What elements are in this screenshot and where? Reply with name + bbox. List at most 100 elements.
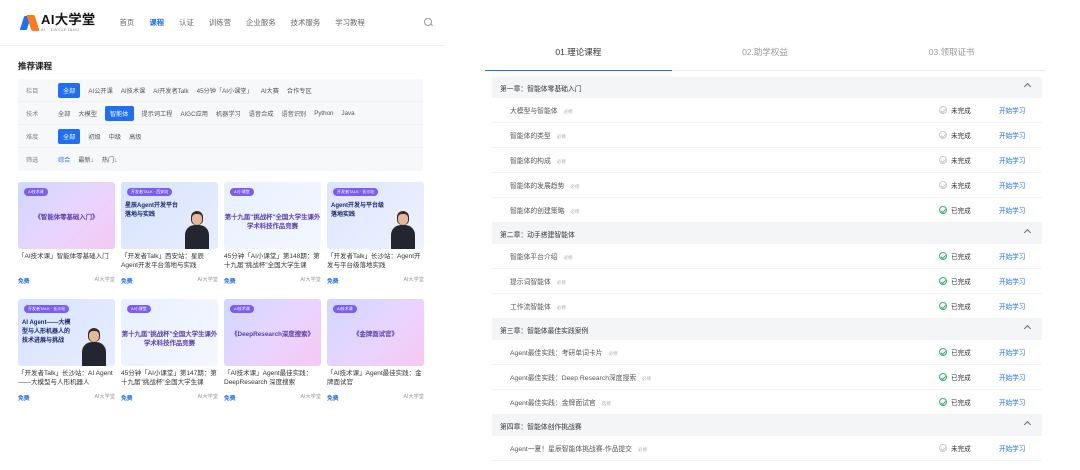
outline-tab[interactable]: 01.理论课程 bbox=[485, 37, 672, 71]
course-thumbnail[interactable]: AI技术课 《DeepResearch深度搜索》 bbox=[224, 299, 321, 366]
chevron-up-icon[interactable] bbox=[1023, 228, 1032, 237]
site-logo[interactable]: AI大学堂 AI · DAXUETANG bbox=[22, 8, 96, 38]
lesson-name[interactable]: Agent最佳实践：金牌面试官 选修 bbox=[510, 397, 611, 407]
course-title[interactable]: 「开发者Talk」长沙站：Agent开发与平台级落地实践 bbox=[327, 252, 424, 270]
outline-tab[interactable]: 02.助学权益 bbox=[672, 37, 859, 70]
course-thumbnail[interactable]: AI小课堂 第十九届"挑战杯"全国大学生课外学术科技作品竞赛 bbox=[224, 182, 321, 249]
start-learning-link[interactable]: 开始学习 bbox=[999, 276, 1025, 286]
filter-option[interactable]: 全部 bbox=[58, 82, 81, 98]
course-title[interactable]: 「开发者Talk」长沙站：AI Agent——大模型与人形机器人 bbox=[18, 369, 115, 387]
lesson-name[interactable]: 大模型与智能体 必修 bbox=[510, 105, 573, 115]
start-learning-link[interactable]: 开始学习 bbox=[999, 105, 1025, 115]
course-title[interactable]: 45分钟「AI小课堂」第147期：第十九届"挑战杯"全国大学生课 bbox=[121, 369, 218, 387]
course-card[interactable]: AI小课堂 第十九届"挑战杯"全国大学生课外学术科技作品竞赛 45分钟「AI小课堂」… bbox=[121, 299, 218, 402]
outline-tab[interactable]: 03.领取证书 bbox=[858, 37, 1045, 70]
course-card[interactable]: AI技术课 《DeepResearch深度搜索》「AI技术课」Agent最佳实践：… bbox=[224, 299, 321, 402]
filter-option[interactable]: Java bbox=[341, 109, 354, 118]
lesson-name[interactable]: Agent一夏！星辰智能体挑战赛-作品提交 必修 bbox=[510, 443, 647, 453]
chevron-up-icon[interactable] bbox=[1023, 420, 1032, 429]
chapter-header[interactable]: 第一章：智能体零基础入门 bbox=[492, 77, 1042, 98]
filter-option[interactable]: 提示词工程 bbox=[142, 108, 173, 119]
filter-option[interactable]: Python bbox=[314, 109, 333, 118]
lesson-name[interactable]: 智能体的构成 必修 bbox=[510, 155, 566, 165]
lesson-tag: 必修 bbox=[563, 255, 573, 260]
chevron-up-icon[interactable] bbox=[1023, 324, 1032, 333]
chapter-header[interactable]: 第三章：智能体最佳实践案例 bbox=[492, 319, 1042, 340]
filter-option[interactable]: 中级 bbox=[109, 131, 121, 142]
filter-option[interactable]: 全部 bbox=[58, 128, 81, 144]
start-learning-link[interactable]: 开始学习 bbox=[999, 205, 1025, 215]
thumbnail-badge: AI技术课 bbox=[230, 305, 254, 313]
chapter-header[interactable]: 第四章：智能体创作挑战赛 bbox=[492, 415, 1042, 436]
chapter-header[interactable]: 第二章：动手搭建智能体 bbox=[492, 223, 1042, 244]
filter-option[interactable]: 综合 bbox=[58, 154, 70, 165]
filter-option[interactable]: 45分钟「AI小课堂」 bbox=[197, 85, 253, 96]
course-thumbnail[interactable]: AI技术课 《智能体零基础入门》 bbox=[18, 182, 115, 249]
start-learning-link[interactable]: 开始学习 bbox=[999, 397, 1025, 407]
course-thumbnail[interactable]: AI技术课 《金牌面试官》 bbox=[327, 299, 424, 366]
filter-option[interactable]: AI公开课 bbox=[88, 85, 112, 96]
filter-option[interactable]: 全部 bbox=[58, 108, 70, 119]
filter-option[interactable]: AI开发者Talk bbox=[153, 85, 188, 96]
nav-item[interactable]: 技术服务 bbox=[291, 17, 321, 28]
lesson-name[interactable]: 提示词智能体 必修 bbox=[510, 276, 566, 286]
course-thumbnail[interactable]: 开发者TALK · 长沙站 AI Agent——大模型与人形机器人的技术进展与挑战 bbox=[18, 299, 115, 366]
nav-item[interactable]: 企业服务 bbox=[246, 17, 276, 28]
course-thumbnail[interactable]: 开发者TALK · 长沙站 Agent开发与平台级落地实践 bbox=[327, 182, 424, 249]
start-learning-link[interactable]: 开始学习 bbox=[999, 251, 1025, 261]
lesson-name[interactable]: 工作流智能体 必修 bbox=[510, 301, 566, 311]
nav-item[interactable]: 学习教程 bbox=[335, 17, 365, 28]
status-text: 已完成 bbox=[951, 350, 971, 357]
filter-option[interactable]: AI大赛 bbox=[261, 85, 279, 96]
chevron-up-icon[interactable] bbox=[1023, 82, 1032, 91]
filter-option[interactable]: 大模型 bbox=[78, 108, 97, 119]
lesson-name[interactable]: 智能体的创建策略 必修 bbox=[510, 205, 580, 215]
nav-item[interactable]: 训练营 bbox=[209, 17, 231, 28]
filter-option[interactable]: 初级 bbox=[88, 131, 100, 142]
start-learning-link[interactable]: 开始学习 bbox=[999, 130, 1025, 140]
chapter-title: 第一章：智能体零基础入门 bbox=[500, 85, 582, 93]
start-learning-link[interactable]: 开始学习 bbox=[999, 180, 1025, 190]
filter-option[interactable]: 合作专区 bbox=[287, 85, 312, 96]
lesson-name[interactable]: Agent最佳实践：Deep Research深度搜索 必修 bbox=[510, 372, 651, 382]
nav-item[interactable]: 课程 bbox=[149, 17, 164, 28]
chapter-title: 第二章：动手搭建智能体 bbox=[500, 231, 575, 239]
nav-item[interactable]: 首页 bbox=[120, 17, 135, 28]
start-learning-link[interactable]: 开始学习 bbox=[999, 443, 1025, 453]
filter-option[interactable]: 最新↓ bbox=[78, 154, 93, 165]
filter-option[interactable]: 热门↓ bbox=[102, 154, 117, 165]
filter-option[interactable]: 智能体 bbox=[104, 105, 134, 121]
course-card[interactable]: 开发者TALK · 长沙站 Agent开发与平台级落地实践「开发者Talk」长沙站… bbox=[327, 182, 424, 285]
filter-option[interactable]: AI技术课 bbox=[121, 85, 145, 96]
filter-option[interactable]: AIGC应用 bbox=[180, 108, 208, 119]
filter-option[interactable]: 语音合成 bbox=[249, 108, 274, 119]
search-icon[interactable] bbox=[424, 18, 433, 27]
course-card[interactable]: AI小课堂 第十九届"挑战杯"全国大学生课外学术科技作品竞赛 45分钟「AI小课堂」… bbox=[224, 182, 321, 285]
thumbnail-badge: AI小课堂 bbox=[230, 188, 254, 196]
course-title[interactable]: 「开发者Talk」西安站：星辰Agent开发平台落地与实践 bbox=[121, 252, 218, 270]
filter-option[interactable]: 机器学习 bbox=[216, 108, 241, 119]
course-card[interactable]: 开发者TALK · 西安站 星辰Agent开发平台落地与实践「开发者Talk」西安… bbox=[121, 182, 218, 285]
course-title[interactable]: 「AI技术课」Agent最佳实践：DeepResearch 深度搜索 bbox=[224, 369, 321, 387]
lesson-name[interactable]: 智能体的类型 必修 bbox=[510, 130, 566, 140]
course-title[interactable]: 「AI技术课」Agent最佳实践：金牌面试官 bbox=[327, 369, 424, 387]
course-title[interactable]: 「AI技术课」智能体零基础入门 bbox=[18, 252, 115, 270]
course-card[interactable]: AI技术课 《金牌面试官》 「AI技术课」Agent最佳实践：金牌面试官 免费 AI大学… bbox=[327, 299, 424, 402]
lesson-name[interactable]: 智能体平台介绍 必修 bbox=[510, 251, 573, 261]
lesson-name[interactable]: Agent最佳实践：考研单词卡片 必修 bbox=[510, 347, 618, 357]
start-learning-link[interactable]: 开始学习 bbox=[999, 155, 1025, 165]
start-learning-link[interactable]: 开始学习 bbox=[999, 347, 1025, 357]
lesson-name[interactable]: 智能体的发展趋势 必修 bbox=[510, 180, 580, 190]
course-card[interactable]: AI技术课 《智能体零基础入门》 「AI技术课」智能体零基础入门 免费 AI大学堂 bbox=[18, 182, 115, 285]
lesson-row: 智能体的类型 必修 未完成 开始学习 bbox=[492, 123, 1042, 148]
thumbnail-badge: AI小课堂 bbox=[127, 305, 151, 313]
start-learning-link[interactable]: 开始学习 bbox=[999, 372, 1025, 382]
filter-option[interactable]: 高级 bbox=[129, 131, 141, 142]
course-title[interactable]: 45分钟「AI小课堂」第148期：第十九届"挑战杯"全国大学生课 bbox=[224, 252, 321, 270]
start-learning-link[interactable]: 开始学习 bbox=[999, 301, 1025, 311]
nav-item[interactable]: 认证 bbox=[179, 17, 194, 28]
filter-option[interactable]: 语音识别 bbox=[281, 108, 306, 119]
course-card[interactable]: 开发者TALK · 长沙站 AI Agent——大模型与人形机器人的技术进展与挑战… bbox=[18, 299, 115, 402]
course-thumbnail[interactable]: AI小课堂 第十九届"挑战杯"全国大学生课外学术科技作品竞赛 bbox=[121, 299, 218, 366]
course-thumbnail[interactable]: 开发者TALK · 西安站 星辰Agent开发平台落地与实践 bbox=[121, 182, 218, 249]
